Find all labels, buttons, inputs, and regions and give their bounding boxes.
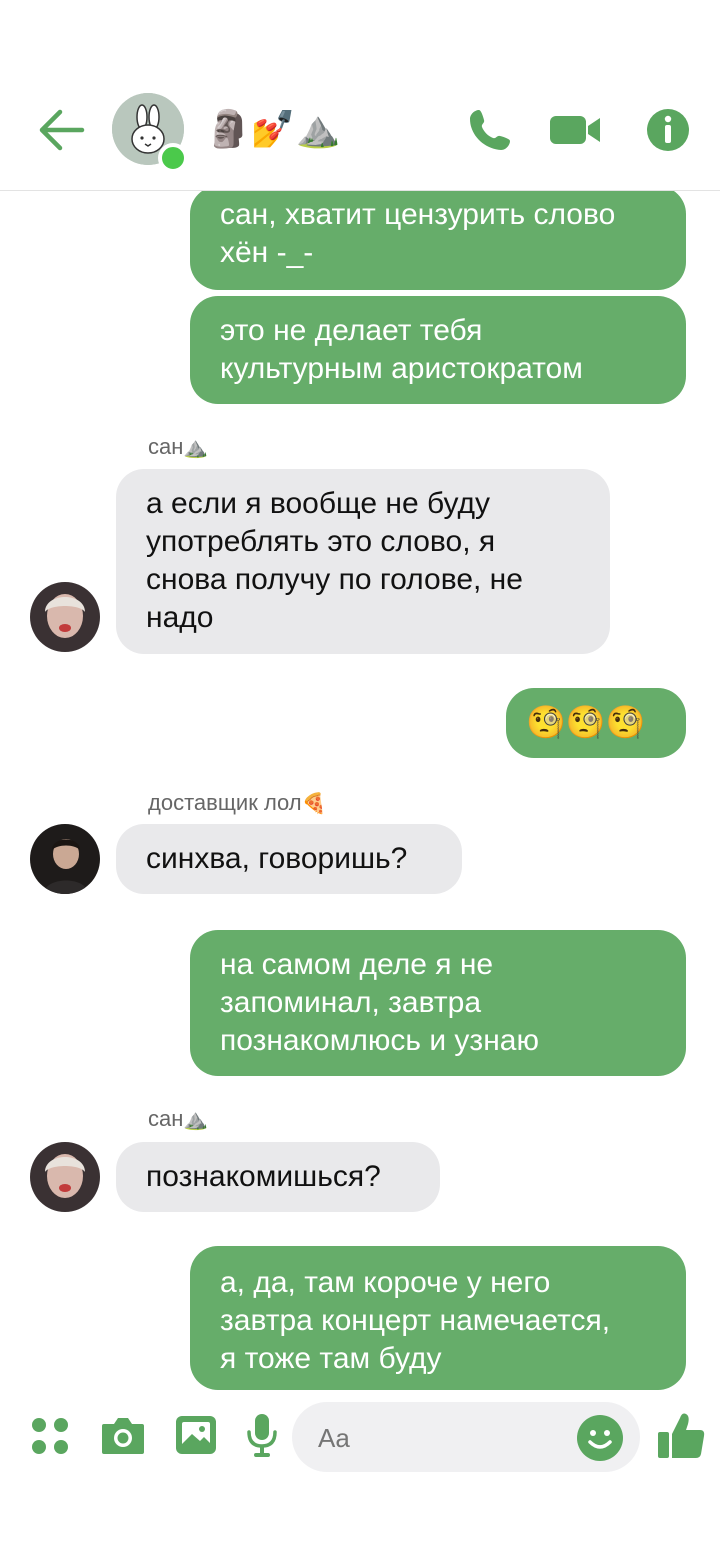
message-input-container[interactable]: [292, 1402, 640, 1474]
emoji-icon[interactable]: [576, 1414, 624, 1462]
message-composer: [0, 1390, 720, 1560]
mountain-emoji-icon: ⛰️: [183, 1107, 209, 1131]
message-bubble-outgoing[interactable]: это не делает тебя культурным аристократ…: [190, 296, 686, 404]
message-bubble-outgoing[interactable]: а, да, там короче у него завтра концерт …: [190, 1246, 686, 1390]
sender-name-text: сан: [148, 1106, 184, 1131]
mountain-emoji-icon: ⛰️: [183, 435, 209, 459]
back-arrow-icon[interactable]: [38, 108, 86, 152]
message-bubble-outgoing[interactable]: на самом деле я не запоминал, завтра поз…: [190, 930, 686, 1076]
avatar[interactable]: [30, 582, 100, 652]
camera-icon[interactable]: [100, 1414, 144, 1458]
thumbs-up-icon[interactable]: [656, 1410, 706, 1460]
message-bubble-outgoing-emoji[interactable]: 🧐🧐🧐: [506, 688, 686, 758]
pizza-emoji-icon: 🍕: [301, 791, 327, 815]
message-bubble-incoming[interactable]: синхва, говоришь?: [116, 824, 462, 894]
phone-icon[interactable]: [466, 106, 514, 154]
sender-name-text: доставщик лол: [148, 790, 302, 815]
message-bubble-incoming[interactable]: а если я вообще не буду употреблять это …: [116, 469, 610, 654]
info-icon[interactable]: [646, 106, 690, 154]
message-bubble-outgoing[interactable]: сан, хватит цензурить слово хён -_-: [190, 190, 686, 290]
message-input[interactable]: [316, 1402, 570, 1474]
message-list[interactable]: сан, хватит цензурить слово хён -_- это …: [0, 190, 720, 1390]
apps-icon[interactable]: [30, 1416, 74, 1460]
avatar[interactable]: [30, 1142, 100, 1212]
video-icon[interactable]: [550, 106, 602, 154]
sender-name: доставщик лол🍕: [148, 790, 327, 816]
sender-name-text: сан: [148, 434, 184, 459]
online-status-indicator: [158, 143, 188, 173]
sender-name: сан⛰️: [148, 434, 208, 460]
avatar[interactable]: [30, 824, 100, 894]
chat-header: 🗿💅⛰️: [0, 0, 720, 191]
gallery-icon[interactable]: [174, 1414, 218, 1458]
microphone-icon[interactable]: [244, 1412, 280, 1457]
message-bubble-incoming[interactable]: познакомишься?: [116, 1142, 440, 1212]
sender-name: сан⛰️: [148, 1106, 208, 1132]
chat-title[interactable]: 🗿💅⛰️: [206, 108, 340, 152]
